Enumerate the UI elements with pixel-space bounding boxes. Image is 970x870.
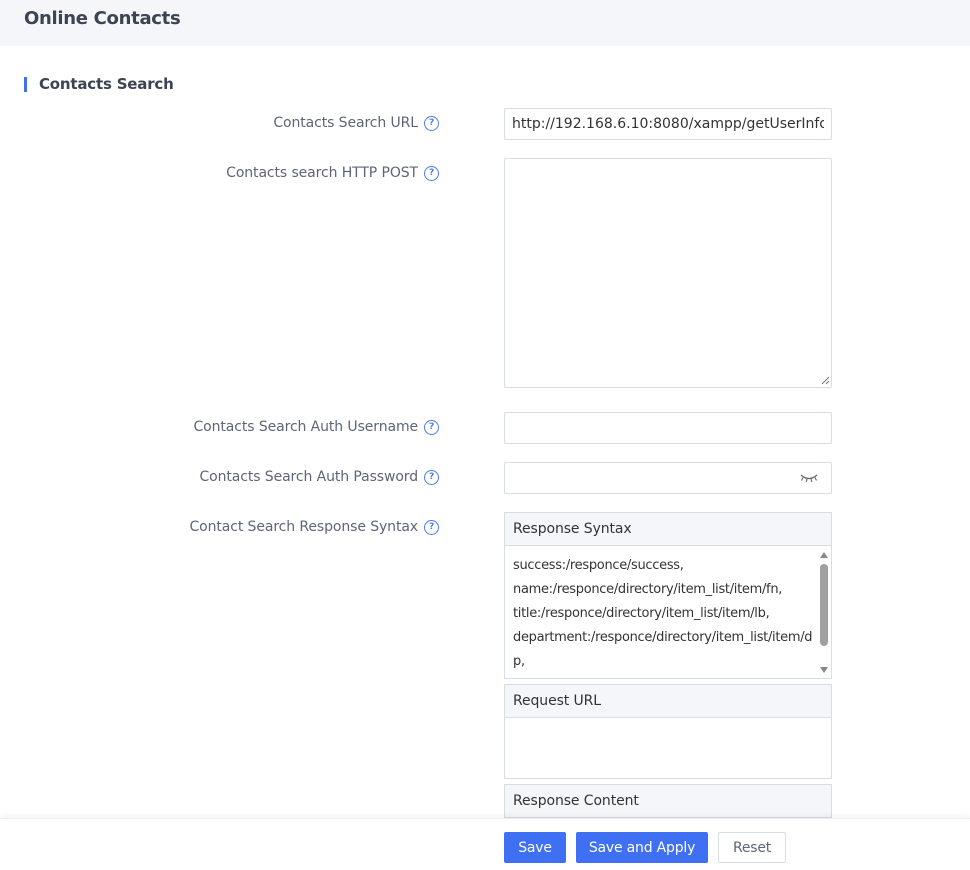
scrollbar-thumb[interactable] <box>820 564 828 646</box>
http-post-label: Contacts search HTTP POST ? <box>226 165 439 181</box>
section-title: Contacts Search <box>39 75 174 93</box>
request-url-panel-body[interactable] <box>504 718 832 779</box>
resize-grip-icon[interactable] <box>821 376 830 385</box>
auth-username-label-text: Contacts Search Auth Username <box>193 419 419 435</box>
section-accent-bar <box>24 77 27 92</box>
auth-username-label: Contacts Search Auth Username ? <box>193 419 439 435</box>
response-syntax-label-text: Contact Search Response Syntax <box>189 519 418 535</box>
response-syntax-content: success:/responce/success, name:/responc… <box>513 558 813 669</box>
search-url-label-text: Contacts Search URL <box>273 115 418 131</box>
page-header: Online Contacts <box>0 0 970 46</box>
help-icon[interactable]: ? <box>424 419 439 435</box>
search-url-input[interactable] <box>504 108 832 140</box>
response-content-panel-title: Response Content <box>513 793 639 809</box>
http-post-textarea[interactable] <box>504 158 832 388</box>
help-icon[interactable]: ? <box>424 519 439 535</box>
page-title: Online Contacts <box>24 8 181 29</box>
scroll-down-arrow-icon[interactable] <box>820 667 828 673</box>
request-url-panel-title: Request URL <box>513 693 601 709</box>
response-syntax-editor[interactable]: success:/responce/success, name:/responc… <box>504 546 832 679</box>
save-button[interactable]: Save <box>504 832 566 863</box>
auth-password-input[interactable] <box>504 462 832 494</box>
response-syntax-panel-title: Response Syntax <box>513 521 632 537</box>
help-icon[interactable]: ? <box>424 469 439 485</box>
save-and-apply-button[interactable]: Save and Apply <box>576 832 708 863</box>
vertical-scrollbar[interactable] <box>819 548 829 676</box>
response-syntax-label: Contact Search Response Syntax ? <box>189 519 439 535</box>
search-url-label: Contacts Search URL ? <box>273 115 439 131</box>
response-content-panel-header[interactable]: Response Content <box>504 784 832 818</box>
auth-username-input[interactable] <box>504 412 832 444</box>
request-url-panel-header[interactable]: Request URL <box>504 684 832 718</box>
auth-password-label: Contacts Search Auth Password ? <box>199 469 439 485</box>
help-icon[interactable]: ? <box>424 165 439 181</box>
response-syntax-panel-header[interactable]: Response Syntax <box>504 512 832 546</box>
help-icon[interactable]: ? <box>424 115 439 131</box>
reset-button[interactable]: Reset <box>718 832 786 863</box>
footer-action-bar: Save Save and Apply Reset <box>0 818 970 870</box>
http-post-label-text: Contacts search HTTP POST <box>226 165 418 181</box>
eye-closed-icon[interactable] <box>800 473 818 483</box>
auth-password-label-text: Contacts Search Auth Password <box>199 469 418 485</box>
scroll-up-arrow-icon[interactable] <box>820 552 828 558</box>
